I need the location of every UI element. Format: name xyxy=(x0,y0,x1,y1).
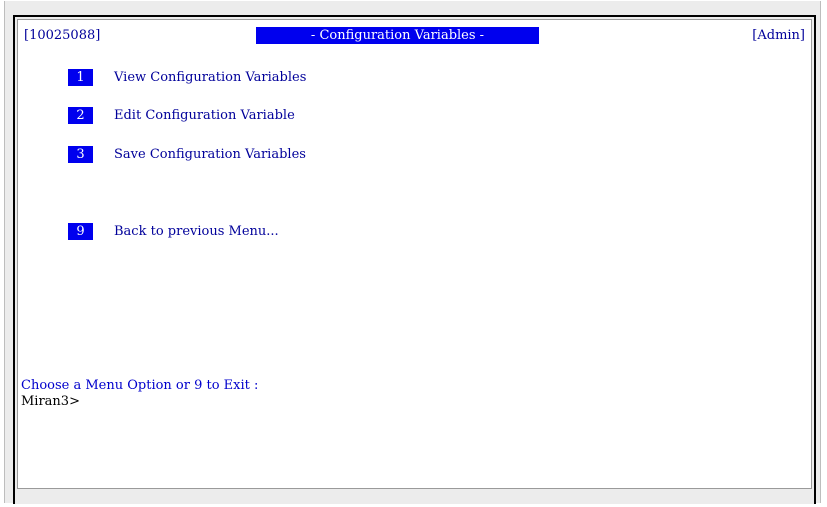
menu-item-label: Save Configuration Variables xyxy=(114,147,306,162)
terminal-screen[interactable]: [10025088] - Configuration Variables - [… xyxy=(17,19,812,489)
menu-title: - Configuration Variables - xyxy=(256,27,539,44)
menu-item-label: Back to previous Menu... xyxy=(114,224,279,239)
menu-key: 3 xyxy=(68,146,93,163)
terminal-frame: [10025088] - Configuration Variables - [… xyxy=(13,15,816,504)
menu-item-label: View Configuration Variables xyxy=(114,70,307,85)
shell-prompt[interactable]: Miran3> xyxy=(21,394,80,410)
menu-key: 9 xyxy=(68,223,93,240)
user-role: [Admin] xyxy=(752,28,805,43)
window: [10025088] - Configuration Variables - [… xyxy=(4,1,821,504)
menu-item-label: Edit Configuration Variable xyxy=(114,108,295,123)
menu-key: 1 xyxy=(68,69,93,86)
menu-key: 2 xyxy=(68,107,93,124)
session-id: [10025088] xyxy=(24,28,101,43)
menu-prompt: Choose a Menu Option or 9 to Exit : xyxy=(21,378,259,393)
